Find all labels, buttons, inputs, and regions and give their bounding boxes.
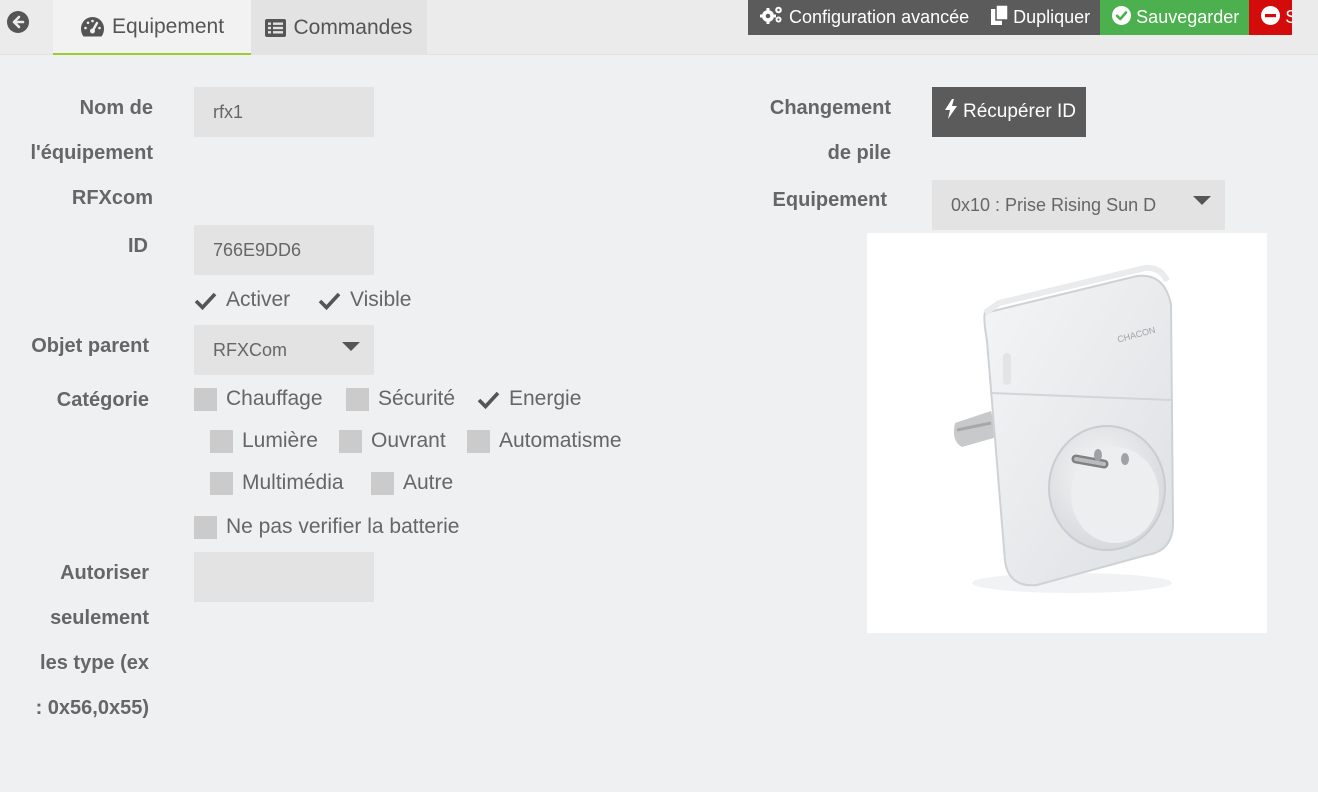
- advanced-config-label: Configuration avancée: [789, 7, 970, 27]
- save-button[interactable]: Sauvegarder: [1100, 0, 1250, 35]
- copy-icon: [991, 4, 1009, 30]
- bolt-icon: [945, 99, 957, 125]
- category-multimedia-label: Multimédia: [242, 471, 344, 494]
- check-icon: [318, 289, 341, 312]
- allow-types-input[interactable]: [194, 552, 374, 602]
- advanced-config-button[interactable]: Configuration avancée: [748, 0, 980, 35]
- remove-label: S: [1285, 7, 1293, 27]
- activate-label: Activer: [226, 288, 291, 311]
- activate-checkbox[interactable]: Activer: [194, 288, 290, 312]
- category-securite-label: Sécurité: [378, 387, 456, 410]
- get-id-label: Récupérer ID: [963, 101, 1076, 122]
- tachometer-icon: [80, 16, 105, 38]
- caret-down-icon: [342, 342, 360, 351]
- checkbox-box: [194, 515, 217, 539]
- battery-label: Ne pas verifier la batterie: [226, 515, 460, 538]
- category-automatisme-label: Automatisme: [499, 429, 622, 452]
- cogs-icon: [760, 5, 784, 30]
- minus-circle-icon: [1261, 5, 1281, 30]
- parent-select[interactable]: RFXCom: [194, 325, 374, 375]
- category-lumiere-label: Lumière: [242, 429, 318, 452]
- visible-label: Visible: [350, 288, 412, 311]
- top-bar: Equipement Commandes Configuration avanc…: [0, 0, 1318, 55]
- caret-down-icon: [1193, 196, 1211, 205]
- tab-commandes[interactable]: Commandes: [251, 0, 427, 55]
- category-chauffage-label: Chauffage: [226, 387, 323, 410]
- equipment-select[interactable]: 0x10 : Prise Rising Sun D: [932, 180, 1225, 230]
- category-autre-label: Autre: [403, 471, 454, 494]
- parent-select-value: RFXCom: [213, 339, 288, 360]
- battery-checkbox[interactable]: Ne pas verifier la batterie: [194, 515, 459, 539]
- category-automatisme-checkbox[interactable]: Automatisme: [467, 429, 622, 453]
- duplicate-label: Dupliquer: [1013, 7, 1091, 27]
- id-input[interactable]: 766E9DD6: [194, 225, 374, 275]
- visible-checkbox[interactable]: Visible: [318, 288, 411, 312]
- action-buttons: Configuration avancée Dupliquer Sauvegar…: [748, 0, 1293, 35]
- category-autre-checkbox[interactable]: Autre: [371, 471, 453, 495]
- check-icon: [194, 289, 217, 312]
- parent-label: Objet parent: [31, 335, 149, 357]
- checkbox-box: [339, 429, 362, 453]
- check-icon: [477, 388, 500, 411]
- category-multimedia-checkbox[interactable]: Multimédia: [210, 471, 344, 495]
- remove-button[interactable]: S: [1249, 0, 1293, 35]
- battery-change-label: Changement de pile: [769, 97, 891, 164]
- category-ouvrant-checkbox[interactable]: Ouvrant: [339, 429, 446, 453]
- checkbox-box: [467, 429, 490, 453]
- name-label: Nom de l'équipement RFXcom: [30, 97, 153, 209]
- back-arrow-icon[interactable]: [6, 10, 30, 34]
- tab-label: Commandes: [293, 15, 413, 39]
- duplicate-button[interactable]: Dupliquer: [979, 0, 1101, 35]
- id-input-value: 766E9DD6: [213, 239, 302, 260]
- equipment-label: Equipement: [772, 189, 887, 211]
- equipment-select-value: 0x10 : Prise Rising Sun D: [951, 194, 1157, 215]
- allow-types-label: Autoriser seulement les type (ex : 0x56,…: [35, 562, 149, 719]
- save-label: Sauvegarder: [1136, 7, 1240, 27]
- category-chauffage-checkbox[interactable]: Chauffage: [194, 387, 323, 411]
- checkbox-box: [346, 387, 369, 411]
- checkbox-box: [210, 471, 233, 495]
- name-input[interactable]: rfx1: [194, 87, 374, 137]
- device-image: CHACON: [867, 233, 1267, 633]
- name-input-value: rfx1: [213, 101, 244, 122]
- category-energie-label: Energie: [509, 387, 582, 410]
- check-circle-icon: [1112, 5, 1132, 30]
- id-label: ID: [128, 235, 148, 257]
- checkbox-box: [210, 429, 233, 453]
- category-lumiere-checkbox[interactable]: Lumière: [210, 429, 318, 453]
- get-id-button[interactable]: Récupérer ID: [932, 87, 1086, 137]
- checkbox-box: [194, 387, 217, 411]
- list-icon: [265, 18, 287, 37]
- tab-label: Equipement: [111, 14, 225, 38]
- category-securite-checkbox[interactable]: Sécurité: [346, 387, 455, 411]
- tab-equipement[interactable]: Equipement: [53, 0, 251, 55]
- category-energie-checkbox[interactable]: Energie: [477, 387, 581, 411]
- category-label: Catégorie: [56, 389, 149, 411]
- checkbox-box: [371, 471, 394, 495]
- category-ouvrant-label: Ouvrant: [371, 429, 446, 452]
